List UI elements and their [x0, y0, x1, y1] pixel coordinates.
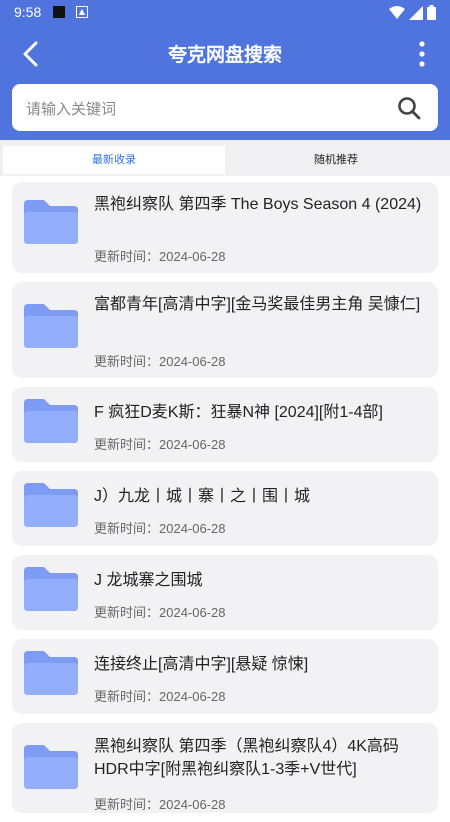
- item-date-label: 更新时间：: [94, 797, 160, 812]
- item-date-label: 更新时间：: [94, 605, 160, 620]
- item-title: F 疯狂D麦K斯：狂暴N神 [2024][附1-4部]: [94, 404, 383, 421]
- app-header: 9:58 ▲ 夸克网盘搜索: [0, 0, 450, 140]
- item-title: J 龙城寨之围城: [94, 572, 203, 589]
- item-date: 更新时间：2024-06-28: [94, 351, 226, 370]
- list-item[interactable]: 连接终止[高清中字][悬疑 惊悚] 更新时间：2024-06-28: [12, 639, 438, 714]
- item-title: 连接终止[高清中字][悬疑 惊悚]: [94, 656, 309, 673]
- item-date-value: 2024-06-28: [159, 249, 226, 264]
- wifi-icon: [389, 5, 405, 19]
- item-date-label: 更新时间：: [94, 521, 160, 536]
- list-item[interactable]: 黑袍纠察队 第四季 The Boys Season 4 (2024) 更新时间：…: [12, 182, 438, 273]
- list-item[interactable]: J 龙城寨之围城 更新时间：2024-06-28: [12, 555, 438, 630]
- item-date: 更新时间：2024-06-28: [94, 686, 226, 705]
- item-date: 更新时间：2024-06-28: [94, 434, 226, 453]
- folder-icon: [24, 567, 78, 611]
- item-date-value: 2024-06-28: [159, 689, 226, 704]
- item-date: 更新时间：2024-06-28: [94, 518, 226, 537]
- item-date-label: 更新时间：: [94, 437, 160, 452]
- notification-icon: [53, 6, 65, 18]
- item-date-label: 更新时间：: [94, 249, 160, 264]
- folder-icon: [24, 651, 78, 695]
- search-input[interactable]: [24, 84, 388, 133]
- more-vertical-icon[interactable]: [412, 40, 432, 68]
- item-title: J）九龙丨城丨寨丨之丨围丨城: [94, 488, 311, 505]
- item-date-label: 更新时间：: [94, 354, 160, 369]
- list-item[interactable]: 富都青年[高清中字][金马奖最佳男主角 吴慷仁] 更新时间：2024-06-28: [12, 282, 438, 378]
- item-date-value: 2024-06-28: [159, 605, 226, 620]
- list-item[interactable]: J）九龙丨城丨寨丨之丨围丨城 更新时间：2024-06-28: [12, 471, 438, 546]
- status-bar: 9:58 ▲: [0, 0, 450, 24]
- item-title: 黑袍纠察队 第四季（黑袍纠察队4）4K高码HDR中字[附黑袍纠察队1-3季+V世…: [94, 738, 399, 778]
- search-box: [12, 84, 438, 133]
- tab-latest[interactable]: 最新收录: [3, 146, 225, 174]
- item-date: 更新时间：2024-06-28: [94, 246, 226, 265]
- item-date-value: 2024-06-28: [159, 437, 226, 452]
- item-date-label: 更新时间：: [94, 689, 160, 704]
- tab-random[interactable]: 随机推荐: [225, 146, 447, 174]
- item-date-value: 2024-06-28: [159, 354, 226, 369]
- item-title: 富都青年[高清中字][金马奖最佳男主角 吴慷仁]: [94, 296, 421, 313]
- status-time: 9:58: [14, 4, 42, 20]
- result-list: 黑袍纠察队 第四季 The Boys Season 4 (2024) 更新时间：…: [12, 182, 438, 822]
- item-date: 更新时间：2024-06-28: [94, 794, 226, 813]
- folder-icon: [24, 399, 78, 443]
- item-date: 更新时间：2024-06-28: [94, 602, 226, 621]
- battery-icon: [427, 5, 436, 20]
- item-date-value: 2024-06-28: [159, 797, 226, 812]
- folder-icon: [24, 745, 78, 789]
- list-item[interactable]: F 疯狂D麦K斯：狂暴N神 [2024][附1-4部] 更新时间：2024-06…: [12, 387, 438, 462]
- page-title: 夸克网盘搜索: [167, 44, 282, 66]
- signal-icon: [409, 5, 423, 20]
- folder-icon: [24, 200, 78, 244]
- title-bar: 夸克网盘搜索: [0, 30, 450, 78]
- search-icon[interactable]: [396, 95, 422, 121]
- app-notification-icon: ▲: [76, 6, 88, 18]
- folder-icon: [24, 483, 78, 527]
- status-icons: [389, 5, 436, 20]
- tab-bar: 最新收录 随机推荐: [0, 140, 450, 176]
- item-date-value: 2024-06-28: [159, 521, 226, 536]
- folder-icon: [24, 304, 78, 348]
- item-title: 黑袍纠察队 第四季 The Boys Season 4 (2024): [94, 196, 422, 213]
